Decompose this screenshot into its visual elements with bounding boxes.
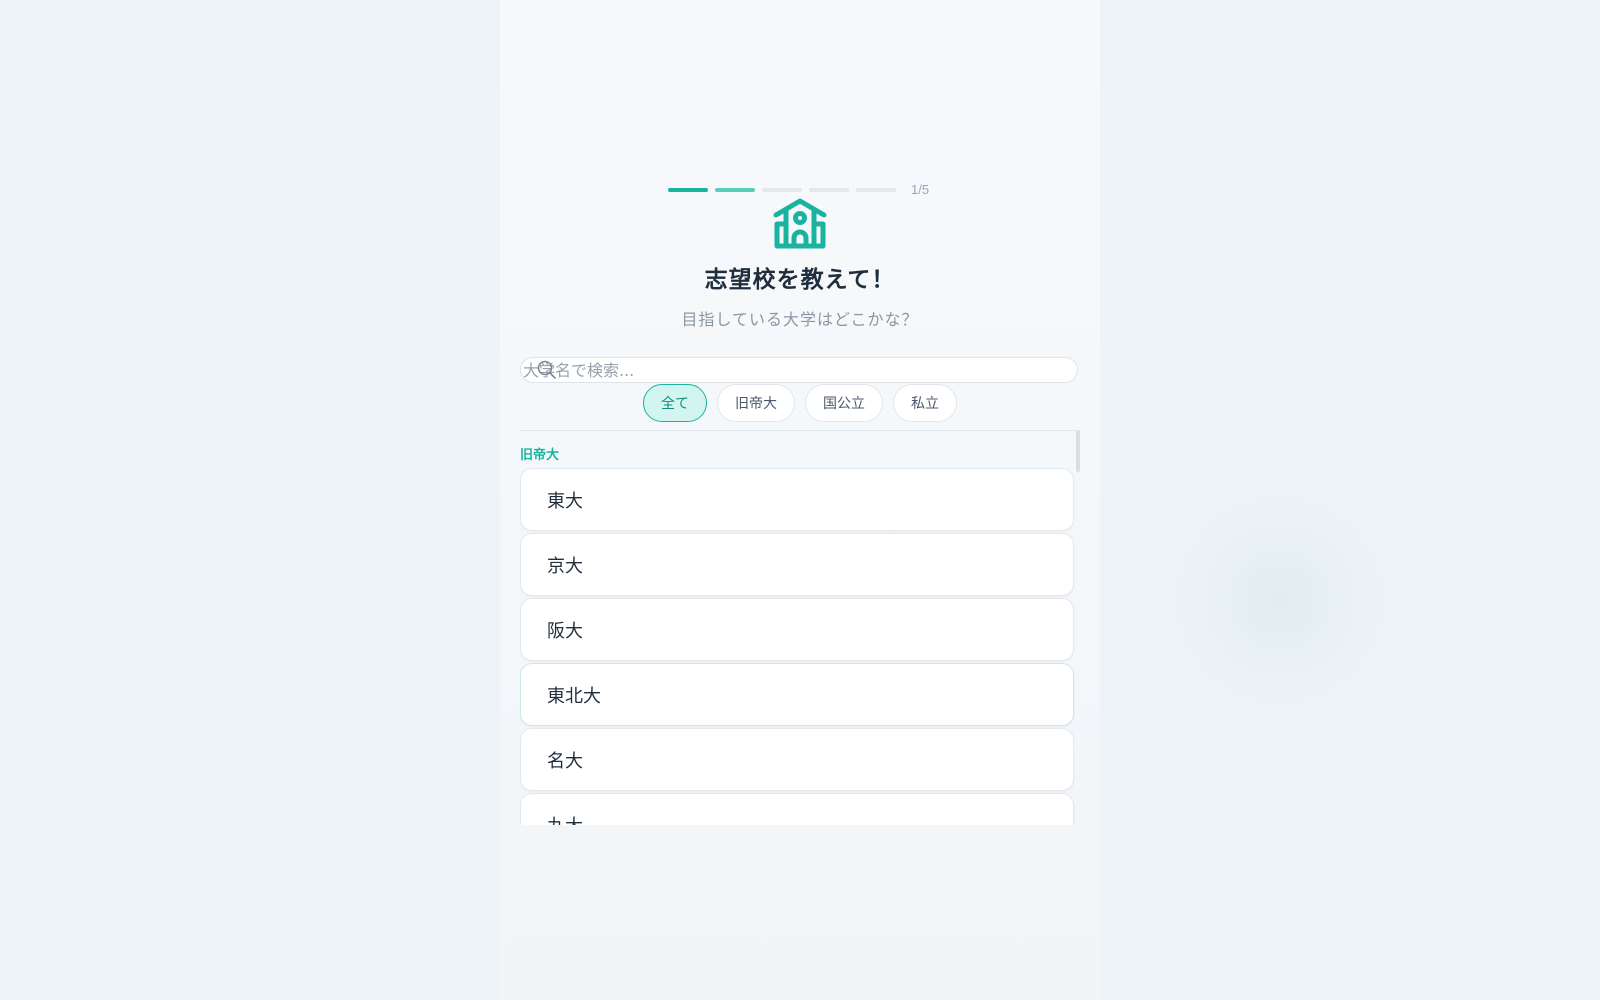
filter-chip-public[interactable]: 国公立	[805, 384, 883, 422]
progress-segment-1	[668, 187, 708, 192]
progress-segment-2	[715, 187, 755, 192]
background-decoration	[1130, 420, 1430, 780]
page-title: 志望校を教えて！	[704, 267, 896, 293]
university-item-kyodai[interactable]: 京大	[520, 533, 1074, 596]
progress-label: 1/5	[911, 182, 930, 197]
search-input[interactable]	[523, 358, 1063, 382]
filter-chip-private[interactable]: 私立	[893, 384, 957, 422]
university-item-meidai[interactable]: 名大	[520, 728, 1074, 791]
app-screen: 1/5 志望校を教えて！ 目指している大学はどこかな？ 全て 旧帝大 国公立 私…	[500, 0, 1100, 1000]
search-icon	[537, 360, 556, 379]
university-item-todai[interactable]: 東大	[520, 468, 1074, 531]
group-label: 旧帝大	[520, 448, 560, 463]
progress-segment-3	[762, 187, 802, 192]
scrollbar[interactable]	[1076, 431, 1080, 472]
filter-chip-all[interactable]: 全て	[643, 384, 707, 422]
filter-chip-kyuteidai[interactable]: 旧帝大	[717, 384, 795, 422]
search-box[interactable]	[520, 357, 1078, 383]
university-item-kyudai[interactable]: 九大	[520, 793, 1074, 825]
school-icon	[773, 198, 827, 249]
page-subtitle: 目指している大学はどこかな？	[681, 310, 919, 329]
progress-indicator: 1/5	[668, 182, 929, 197]
university-item-tohokudai[interactable]: 東北大	[520, 663, 1074, 726]
progress-segment-5	[856, 187, 896, 192]
progress-segment-4	[809, 187, 849, 192]
filter-chips: 全て 旧帝大 国公立 私立	[500, 384, 1100, 422]
university-list[interactable]: 旧帝大 東大 京大 阪大 東北大 名大 九大	[520, 430, 1080, 825]
university-item-handai[interactable]: 阪大	[520, 598, 1074, 661]
